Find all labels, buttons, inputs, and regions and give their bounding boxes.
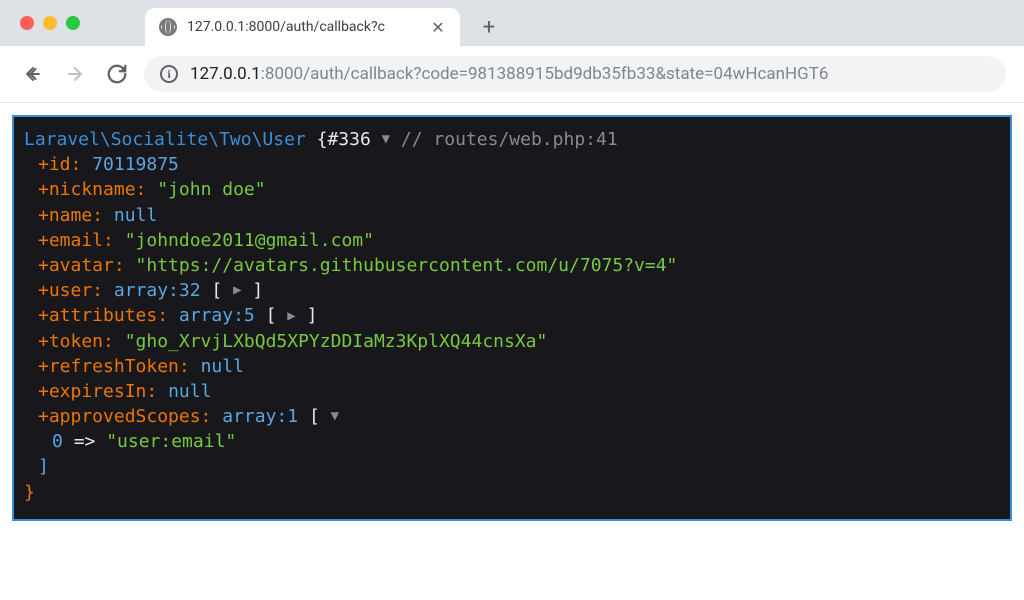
class-name: Laravel\Socialite\Two\User xyxy=(24,129,306,150)
prop-token: +token: "gho_XrvjLXbQd5XPYzDDIaMz3KplXQ4… xyxy=(24,329,1000,354)
prop-attributes[interactable]: +attributes: array:5 [ ▶ ] xyxy=(24,303,1000,328)
traffic-lights xyxy=(20,16,80,30)
prop-approved-scopes[interactable]: +approvedScopes: array:1 [ ▼ xyxy=(24,404,1000,429)
chevron-right-icon[interactable]: ▶ xyxy=(287,307,295,327)
site-info-icon[interactable] xyxy=(160,65,178,83)
array-close: ] xyxy=(24,454,1000,479)
forward-button[interactable] xyxy=(60,59,90,89)
toolbar: 127.0.0.1:8000/auth/callback?code=981388… xyxy=(0,46,1024,103)
window-minimize-button[interactable] xyxy=(43,16,57,30)
object-close: } xyxy=(24,480,1000,505)
new-tab-button[interactable]: + xyxy=(474,12,504,42)
close-icon[interactable]: ✕ xyxy=(430,19,446,35)
reload-button[interactable] xyxy=(102,59,132,89)
prop-refresh-token: +refreshToken: null xyxy=(24,354,1000,379)
address-bar[interactable]: 127.0.0.1:8000/auth/callback?code=981388… xyxy=(144,56,1006,92)
prop-id: +id: 70119875 xyxy=(24,152,1000,177)
prop-email: +email: "johndoe2011@gmail.com" xyxy=(24,228,1000,253)
prop-expires-in: +expiresIn: null xyxy=(24,379,1000,404)
chevron-down-icon[interactable]: ▼ xyxy=(331,407,339,427)
url-text: 127.0.0.1:8000/auth/callback?code=981388… xyxy=(190,64,828,84)
tab-title: 127.0.0.1:8000/auth/callback?c xyxy=(187,19,420,35)
prop-avatar: +avatar: "https://avatars.githubusercont… xyxy=(24,253,1000,278)
dump-header[interactable]: Laravel\Socialite\Two\User {#336 ▼ // ro… xyxy=(24,127,1000,152)
globe-icon xyxy=(159,18,177,36)
url-path: :8000/auth/callback?code=981388915bd9db3… xyxy=(261,64,829,84)
tab-strip: 127.0.0.1:8000/auth/callback?c ✕ + xyxy=(145,8,504,46)
source-comment: // routes/web.php:41 xyxy=(401,129,618,150)
url-host: 127.0.0.1 xyxy=(190,64,261,84)
brace-open: {#336 xyxy=(317,129,371,150)
chevron-down-icon[interactable]: ▼ xyxy=(382,130,390,150)
prop-nickname: +nickname: "john doe" xyxy=(24,177,1000,202)
scope-item: 0 => "user:email" xyxy=(24,429,1000,454)
tab-active[interactable]: 127.0.0.1:8000/auth/callback?c ✕ xyxy=(145,8,460,46)
browser-chrome: 127.0.0.1:8000/auth/callback?c ✕ + 127.0… xyxy=(0,0,1024,103)
window-close-button[interactable] xyxy=(20,16,34,30)
prop-user[interactable]: +user: array:32 [ ▶ ] xyxy=(24,278,1000,303)
chevron-right-icon[interactable]: ▶ xyxy=(233,281,241,301)
back-button[interactable] xyxy=(18,59,48,89)
window-zoom-button[interactable] xyxy=(66,16,80,30)
var-dump-panel: Laravel\Socialite\Two\User {#336 ▼ // ro… xyxy=(12,115,1012,521)
prop-name: +name: null xyxy=(24,203,1000,228)
